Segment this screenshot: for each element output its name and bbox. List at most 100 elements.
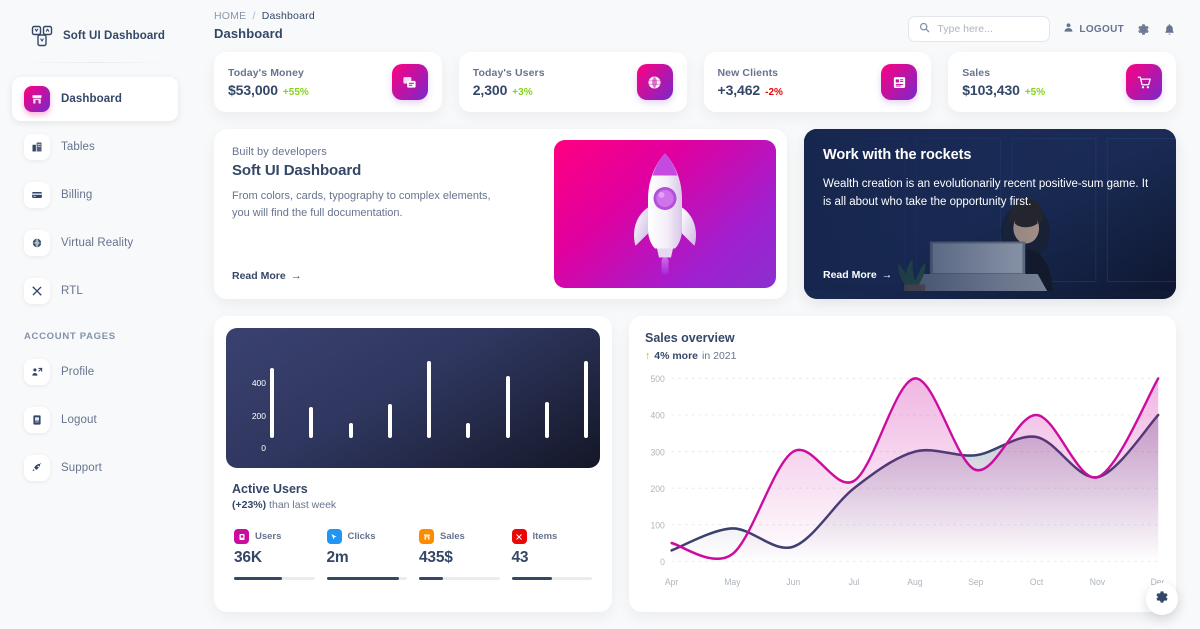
y-tick-label: 300	[650, 447, 664, 458]
bar	[505, 376, 510, 438]
cursor-icon	[326, 529, 342, 544]
x-tick-label: Apr	[665, 576, 678, 587]
rocket-illustration	[554, 140, 776, 288]
metric-label: Clicks	[347, 531, 376, 542]
sidebar-item-dashboard[interactable]: Dashboard	[12, 77, 178, 121]
sidebar-item-label: RTL	[61, 285, 83, 297]
stat-line: $103,430 +5%	[962, 82, 1045, 98]
breadcrumb-home[interactable]: HOME	[214, 10, 246, 22]
users-icon	[234, 529, 249, 544]
bar	[427, 360, 431, 438]
document-chart-icon	[881, 64, 918, 100]
metric-clicks: Clicks 2m	[323, 529, 412, 580]
breadcrumb: HOME / Dashboard	[214, 10, 315, 22]
y-tick-label: 400	[650, 410, 664, 421]
sidebar-item-rtl[interactable]: RTL	[12, 269, 178, 313]
sidebar-item-label: Tables	[61, 141, 95, 153]
built-card-description: From colors, cards, typography to comple…	[232, 190, 491, 220]
metric-progress-fill	[234, 577, 283, 580]
built-card-title: Soft UI Dashboard	[232, 162, 362, 179]
metric-progress-track	[511, 577, 592, 580]
gear-icon[interactable]	[1137, 23, 1150, 36]
arrow-up-icon: ↑	[645, 350, 651, 362]
metric-progress-track	[419, 577, 500, 580]
bar	[584, 360, 588, 438]
bottom-row: 400 200 0 Active Users (+23%) than last …	[207, 299, 1183, 612]
sidebar: Soft UI Dashboard Dashboard Tables Billi…	[0, 0, 190, 629]
sidebar-item-label: Virtual Reality	[61, 237, 134, 249]
metric-label: Users	[255, 531, 282, 542]
y-tick-label: 100	[650, 520, 664, 531]
x-tick-label: Jul	[849, 576, 860, 587]
y-tick-label: 200	[251, 411, 266, 421]
brand[interactable]: Soft UI Dashboard	[12, 16, 178, 62]
rockets-card-description: Wealth creation is an evolutionarily rec…	[823, 178, 1149, 209]
stat-text: Today's Money $53,000 +55%	[228, 67, 309, 98]
x-tick-label: May	[724, 576, 741, 587]
bell-icon[interactable]	[1163, 23, 1176, 36]
topbar-left: HOME / Dashboard Dashboard	[214, 10, 315, 41]
y-tick-label: 500	[650, 374, 664, 385]
metric-sales: Sales 435$	[415, 529, 504, 580]
stat-line: 2,300 +3%	[473, 82, 545, 98]
metric-value: 435$	[419, 549, 453, 566]
x-tick-label: Sep	[968, 576, 983, 587]
stat-line: +3,462 -2%	[718, 82, 783, 98]
sidebar-item-profile[interactable]: Profile	[12, 350, 178, 394]
sidebar-item-label: Support	[61, 462, 102, 474]
brand-name: Soft UI Dashboard	[63, 30, 166, 42]
active-users-bar-chart: 400 200 0	[226, 328, 600, 468]
topbar-right: LOGOUT	[908, 10, 1176, 42]
y-tick-label: 200	[650, 483, 664, 494]
dashboard-page: Soft UI Dashboard Dashboard Tables Billi…	[0, 0, 1200, 629]
rockets-card-read-more-link[interactable]: Read More →	[823, 269, 1157, 281]
metric-value: 2m	[326, 549, 349, 566]
y-tick-label: 0	[660, 557, 665, 568]
built-card-eyebrow: Built by developers	[232, 146, 327, 158]
built-card-read-more-link[interactable]: Read More →	[232, 270, 526, 282]
sales-overview-card: Sales overview ↑ 4% more in 2021 0 100 200…	[629, 316, 1176, 612]
search-icon	[919, 20, 930, 38]
stat-label: Today's Money	[228, 66, 304, 79]
search-box[interactable]	[908, 16, 1051, 42]
search-input[interactable]	[937, 23, 1040, 35]
breadcrumb-current: Dashboard	[261, 10, 315, 22]
sidebar-item-label: Dashboard	[61, 93, 122, 105]
stat-label: Today's Users	[472, 66, 545, 79]
metric-head: Clicks	[326, 529, 408, 544]
rockets-card-content: Work with the rockets Wealth creation is…	[804, 129, 1176, 299]
logout-label: LOGOUT	[1079, 23, 1124, 35]
work-with-rockets-card: Work with the rockets Wealth creation is…	[804, 129, 1176, 299]
x-tick-label: Nov	[1090, 576, 1106, 587]
office-icon	[24, 134, 50, 160]
sidebar-item-virtual-reality[interactable]: Virtual Reality	[12, 221, 178, 265]
stat-card-sales: Sales $103,430 +5%	[948, 52, 1176, 112]
bar	[466, 422, 471, 438]
sidebar-item-logout[interactable]: Logout	[12, 398, 178, 442]
stat-label: New Clients	[717, 66, 779, 79]
vr-headset-icon	[24, 230, 50, 256]
settings-fab-button[interactable]	[1146, 583, 1178, 615]
stat-card-todays-users: Today's Users 2,300 +3%	[458, 52, 687, 112]
wallet-icon	[391, 64, 428, 100]
sidebar-section-label: ACCOUNT PAGES	[24, 331, 116, 342]
stat-text: New Clients +3,462 -2%	[718, 67, 783, 98]
metric-progress-track	[326, 577, 407, 580]
sidebar-item-support[interactable]: Support	[12, 446, 178, 490]
metric-users: Users 36K	[230, 529, 319, 580]
active-users-subtitle-rest: than last week	[266, 499, 337, 511]
rockets-card-title: Work with the rockets	[823, 147, 972, 163]
y-tick-label: 0	[261, 443, 266, 453]
rocket-icon	[24, 455, 50, 481]
active-users-card: 400 200 0 Active Users (+23%) than last …	[214, 316, 612, 612]
logout-button[interactable]: LOGOUT	[1063, 20, 1124, 38]
sidebar-item-tables[interactable]: Tables	[12, 125, 178, 169]
metric-value: 43	[511, 549, 529, 566]
gear-icon	[1155, 590, 1169, 609]
x-tick-label: Aug	[907, 576, 922, 587]
metric-head: Sales	[419, 529, 500, 544]
sidebar-item-billing[interactable]: Billing	[12, 173, 178, 217]
arrow-right-icon: →	[290, 270, 302, 282]
stat-delta: +55%	[282, 86, 309, 98]
metric-label: Items	[532, 531, 558, 542]
